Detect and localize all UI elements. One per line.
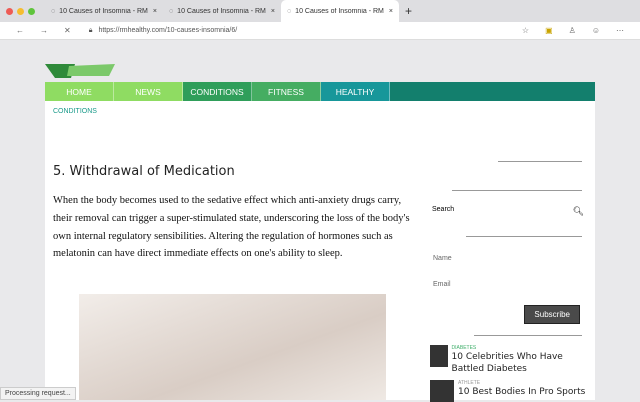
article-title: 5. Withdrawal of Medication bbox=[53, 164, 235, 179]
nav-home[interactable]: HOME bbox=[45, 82, 114, 101]
email-input[interactable]: Email bbox=[433, 281, 451, 288]
divider bbox=[498, 161, 582, 162]
profile-icon[interactable]: ♙ bbox=[569, 26, 576, 35]
post-thumbnail[interactable] bbox=[430, 380, 454, 402]
url-input[interactable]: https://rmhealthy.com/10-causes-insomnia… bbox=[98, 27, 513, 34]
more-icon[interactable]: ⋯ bbox=[616, 26, 624, 35]
loading-icon: ◌ bbox=[287, 7, 292, 15]
search-icon[interactable]: 🔍︎ bbox=[573, 206, 584, 217]
close-tab-icon[interactable]: × bbox=[389, 8, 393, 15]
nav-conditions[interactable]: CONDITIONS bbox=[183, 82, 252, 101]
search-input[interactable]: Search bbox=[432, 206, 454, 217]
star-icon[interactable]: ☆ bbox=[522, 26, 529, 35]
close-tab-icon[interactable]: × bbox=[153, 8, 157, 15]
search-box[interactable]: Search 🔍︎ bbox=[432, 206, 584, 217]
loading-icon: ◌ bbox=[169, 7, 174, 15]
name-input[interactable]: Name bbox=[433, 255, 452, 262]
back-icon[interactable]: ← bbox=[16, 26, 24, 35]
list-item[interactable]: DIABETES 10 Celebrities Who Have Battled … bbox=[430, 345, 590, 375]
lock-icon: 🔒︎ bbox=[88, 26, 93, 34]
post-thumbnail[interactable] bbox=[430, 345, 448, 367]
sidebar: Search 🔍︎ Name Email Subscribe DIABETES 1… bbox=[430, 82, 590, 402]
close-tab-icon[interactable]: × bbox=[271, 8, 275, 15]
status-bar: Processing request... bbox=[0, 387, 76, 400]
post-title[interactable]: 10 Celebrities Who Have Battled Diabetes bbox=[452, 351, 590, 375]
address-bar: ← → ✕ 🔒︎ https://rmhealthy.com/10-causes… bbox=[0, 22, 640, 40]
nav-fitness[interactable]: FITNESS bbox=[252, 82, 321, 101]
nav-news[interactable]: NEWS bbox=[114, 82, 183, 101]
divider bbox=[466, 236, 582, 237]
forward-icon[interactable]: → bbox=[40, 26, 48, 35]
article-body: When the body becomes used to the sedati… bbox=[53, 195, 410, 260]
browser-tab[interactable]: ◌ 10 Causes of Insomnia - RM He × bbox=[163, 0, 281, 22]
maximize-window-button[interactable] bbox=[28, 7, 35, 15]
browser-tab-active[interactable]: ◌ 10 Causes of Insomnia - RM He × bbox=[281, 0, 399, 22]
new-tab-button[interactable]: + bbox=[405, 4, 412, 18]
close-window-button[interactable] bbox=[6, 7, 13, 15]
article-image bbox=[79, 294, 386, 400]
loading-icon: ◌ bbox=[51, 7, 56, 15]
subscribe-button[interactable]: Subscribe bbox=[524, 305, 580, 324]
site-logo[interactable] bbox=[45, 64, 115, 78]
extension-icon[interactable]: ▣ bbox=[545, 26, 553, 35]
nav-healthy[interactable]: HEALTHY bbox=[321, 82, 390, 101]
post-title[interactable]: 10 Best Bodies In Pro Sports bbox=[458, 386, 585, 398]
divider bbox=[474, 335, 582, 336]
tab-bar: ◌ 10 Causes of Insomnia - RM He × ◌ 10 Caus… bbox=[0, 0, 640, 22]
emoji-icon[interactable]: ☺ bbox=[592, 26, 600, 35]
page-content: HOME NEWS CONDITIONS FITNESS HEALTHY CON… bbox=[45, 82, 595, 402]
browser-tab[interactable]: ◌ 10 Causes of Insomnia - RM He × bbox=[45, 0, 163, 22]
list-item[interactable]: ATHLETE 10 Best Bodies In Pro Sports bbox=[430, 380, 585, 402]
stop-icon[interactable]: ✕ bbox=[64, 26, 71, 35]
minimize-window-button[interactable] bbox=[17, 7, 24, 15]
divider bbox=[452, 190, 582, 191]
